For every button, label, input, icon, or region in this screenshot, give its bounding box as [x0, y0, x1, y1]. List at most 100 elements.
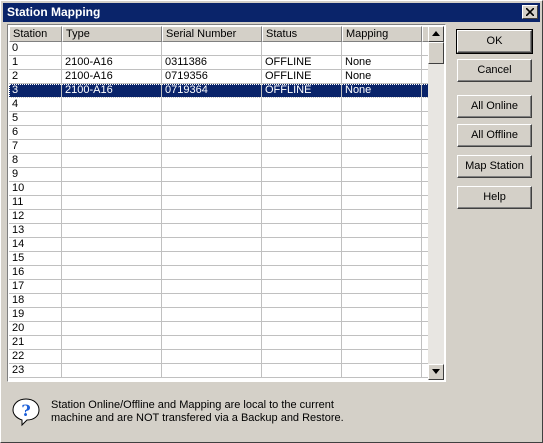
cell-station[interactable]: 8: [9, 154, 62, 168]
cell-mapping[interactable]: None: [342, 56, 422, 70]
cell-status[interactable]: OFFLINE: [262, 84, 342, 98]
scroll-up-button[interactable]: [428, 26, 444, 42]
cell-station[interactable]: 19: [9, 308, 62, 322]
cell-station[interactable]: 5: [9, 112, 62, 126]
cell-status[interactable]: [262, 280, 342, 294]
cell-mapping[interactable]: [342, 140, 422, 154]
scroll-thumb[interactable]: [428, 42, 444, 64]
cell-serial-number[interactable]: [162, 210, 262, 224]
cell-status[interactable]: [262, 154, 342, 168]
cell-type[interactable]: [62, 280, 162, 294]
cell-serial-number[interactable]: [162, 182, 262, 196]
all-offline-button[interactable]: All Offline: [457, 124, 532, 147]
map-station-button[interactable]: Map Station: [457, 155, 532, 178]
table-row[interactable]: 17: [9, 280, 429, 294]
table-row[interactable]: 5: [9, 112, 429, 126]
cell-station[interactable]: 6: [9, 126, 62, 140]
cell-mapping[interactable]: [342, 182, 422, 196]
table-row[interactable]: 20: [9, 322, 429, 336]
cell-station[interactable]: 22: [9, 350, 62, 364]
cell-status[interactable]: OFFLINE: [262, 70, 342, 84]
cell-type[interactable]: [62, 112, 162, 126]
cell-mapping[interactable]: [342, 336, 422, 350]
cell-serial-number[interactable]: [162, 126, 262, 140]
column-header-status[interactable]: Status: [262, 26, 342, 42]
cell-type[interactable]: [62, 252, 162, 266]
cell-mapping[interactable]: [342, 322, 422, 336]
cell-type[interactable]: [62, 350, 162, 364]
cell-serial-number[interactable]: [162, 364, 262, 378]
cell-serial-number[interactable]: [162, 322, 262, 336]
column-header-station[interactable]: Station: [9, 26, 62, 42]
cell-status[interactable]: [262, 350, 342, 364]
cell-station[interactable]: 16: [9, 266, 62, 280]
cell-mapping[interactable]: [342, 154, 422, 168]
table-row[interactable]: 9: [9, 168, 429, 182]
all-online-button[interactable]: All Online: [457, 95, 532, 118]
cell-mapping[interactable]: [342, 196, 422, 210]
table-row[interactable]: 13: [9, 224, 429, 238]
cell-mapping[interactable]: [342, 350, 422, 364]
table-row[interactable]: 15: [9, 252, 429, 266]
scroll-down-button[interactable]: [428, 364, 444, 380]
cell-station[interactable]: 0: [9, 42, 62, 56]
cell-type[interactable]: [62, 168, 162, 182]
cell-serial-number[interactable]: [162, 196, 262, 210]
cell-mapping[interactable]: [342, 98, 422, 112]
cell-type[interactable]: [62, 294, 162, 308]
cell-status[interactable]: [262, 168, 342, 182]
cell-serial-number[interactable]: [162, 336, 262, 350]
cell-station[interactable]: 20: [9, 322, 62, 336]
cell-status[interactable]: [262, 252, 342, 266]
table-row[interactable]: 19: [9, 308, 429, 322]
cell-mapping[interactable]: [342, 238, 422, 252]
cell-type[interactable]: [62, 308, 162, 322]
cell-type[interactable]: 2100-A16: [62, 56, 162, 70]
cell-serial-number[interactable]: [162, 294, 262, 308]
cell-serial-number[interactable]: [162, 140, 262, 154]
cell-station[interactable]: 10: [9, 182, 62, 196]
cell-serial-number[interactable]: [162, 42, 262, 56]
cell-status[interactable]: [262, 42, 342, 56]
cell-mapping[interactable]: [342, 224, 422, 238]
cell-status[interactable]: OFFLINE: [262, 56, 342, 70]
cell-mapping[interactable]: [342, 266, 422, 280]
cell-status[interactable]: [262, 224, 342, 238]
cell-status[interactable]: [262, 238, 342, 252]
cell-type[interactable]: [62, 182, 162, 196]
column-header-serial-number[interactable]: Serial Number: [162, 26, 262, 42]
cell-status[interactable]: [262, 210, 342, 224]
cell-type[interactable]: 2100-A16: [62, 70, 162, 84]
cell-mapping[interactable]: [342, 364, 422, 378]
table-row[interactable]: 7: [9, 140, 429, 154]
cell-station[interactable]: 1: [9, 56, 62, 70]
cell-serial-number[interactable]: 0719364: [162, 84, 262, 98]
cell-status[interactable]: [262, 364, 342, 378]
cell-type[interactable]: [62, 364, 162, 378]
cell-serial-number[interactable]: [162, 252, 262, 266]
table-row[interactable]: 3 2100-A16 0719364 OFFLINE None: [9, 84, 429, 98]
cell-station[interactable]: 17: [9, 280, 62, 294]
cell-status[interactable]: [262, 126, 342, 140]
cell-station[interactable]: 21: [9, 336, 62, 350]
cell-status[interactable]: [262, 196, 342, 210]
cell-serial-number[interactable]: [162, 238, 262, 252]
cell-station[interactable]: 18: [9, 294, 62, 308]
cell-serial-number[interactable]: [162, 112, 262, 126]
cell-type[interactable]: [62, 322, 162, 336]
cell-mapping[interactable]: [342, 294, 422, 308]
cell-station[interactable]: 9: [9, 168, 62, 182]
table-row[interactable]: 0: [9, 42, 429, 56]
cell-mapping[interactable]: [342, 126, 422, 140]
cell-serial-number[interactable]: [162, 224, 262, 238]
cancel-button[interactable]: Cancel: [457, 59, 532, 82]
cell-station[interactable]: 23: [9, 364, 62, 378]
cell-type[interactable]: [62, 42, 162, 56]
cell-status[interactable]: [262, 182, 342, 196]
cell-type[interactable]: [62, 196, 162, 210]
cell-mapping[interactable]: [342, 252, 422, 266]
cell-station[interactable]: 7: [9, 140, 62, 154]
cell-station[interactable]: 12: [9, 210, 62, 224]
table-row[interactable]: 1 2100-A16 0311386 OFFLINE None: [9, 56, 429, 70]
table-row[interactable]: 8: [9, 154, 429, 168]
